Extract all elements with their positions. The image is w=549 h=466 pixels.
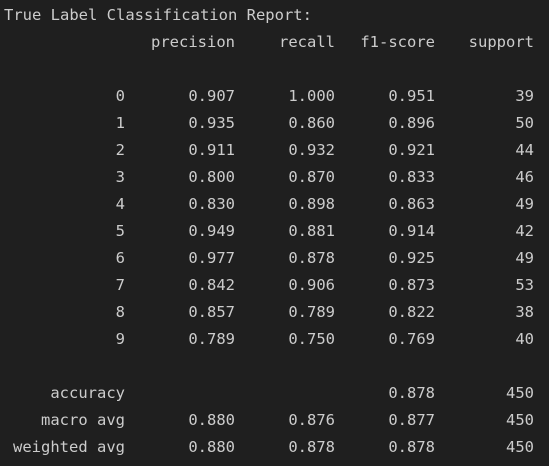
f1-score-value: 0.878 [388,384,435,402]
precision-value: 0.830 [188,195,235,213]
support-value: 49 [515,249,534,267]
f1-score-value: 0.878 [388,438,435,456]
f1-score-value: 0.921 [388,141,435,159]
table-row: 5 0.949 0.881 0.914 42 [0,218,549,245]
row-label: 0 [115,87,125,105]
row-label: accuracy [50,384,125,402]
row-label: 8 [115,303,125,321]
row-label: 3 [115,168,125,186]
f1-score-value: 0.914 [388,222,435,240]
table-row: 4 0.830 0.898 0.863 49 [0,191,549,218]
precision-value: 0.880 [188,438,235,456]
support-value: 450 [506,411,534,429]
table-row: 7 0.842 0.906 0.873 53 [0,272,549,299]
f1-score-value: 0.951 [388,87,435,105]
summary-row: macro avg 0.880 0.876 0.877 450 [0,407,549,434]
f1-score-value: 0.896 [388,114,435,132]
precision-value: 0.949 [188,222,235,240]
recall-value: 0.878 [288,438,335,456]
recall-value: 1.000 [288,87,335,105]
recall-value: 0.932 [288,141,335,159]
support-value: 46 [515,168,534,186]
table-row: 2 0.911 0.932 0.921 44 [0,137,549,164]
support-value: 39 [515,87,534,105]
recall-value: 0.906 [288,276,335,294]
recall-value: 0.870 [288,168,335,186]
header-precision: precision [151,33,235,51]
precision-value: 0.857 [188,303,235,321]
f1-score-value: 0.822 [388,303,435,321]
precision-value: 0.789 [188,330,235,348]
report-title: True Label Classification Report: [4,6,312,24]
precision-value: 0.911 [188,141,235,159]
support-value: 50 [515,114,534,132]
table-row: 1 0.935 0.860 0.896 50 [0,110,549,137]
precision-value: 0.907 [188,87,235,105]
summary-row: weighted avg 0.880 0.878 0.878 450 [0,434,549,461]
f1-score-value: 0.863 [388,195,435,213]
header-support: support [468,33,534,51]
precision-value: 0.935 [188,114,235,132]
recall-value: 0.878 [288,249,335,267]
support-value: 450 [506,438,534,456]
table-row: 3 0.800 0.870 0.833 46 [0,164,549,191]
row-label: weighted avg [13,438,125,456]
row-label: 9 [115,330,125,348]
header-row: precision recall f1-score support [0,29,549,56]
header-f1-score: f1-score [360,33,435,51]
support-value: 40 [515,330,534,348]
header-recall: recall [279,33,335,51]
class-rows: 0 0.907 1.000 0.951 39 1 0.935 0.860 0.896 50 2 0.9… [0,83,549,353]
support-value: 53 [515,276,534,294]
recall-value: 0.876 [288,411,335,429]
precision-value: 0.977 [188,249,235,267]
row-label: 2 [115,141,125,159]
f1-score-value: 0.833 [388,168,435,186]
precision-value: 0.880 [188,411,235,429]
support-value: 49 [515,195,534,213]
row-label: 4 [115,195,125,213]
support-value: 450 [506,384,534,402]
row-label: 5 [115,222,125,240]
recall-value: 0.898 [288,195,335,213]
summary-rows: accuracy 0.878 450 macro avg 0.880 0.876 0.877… [0,380,549,461]
table-row: 8 0.857 0.789 0.822 38 [0,299,549,326]
support-value: 38 [515,303,534,321]
row-label: macro avg [41,411,125,429]
table-row: 0 0.907 1.000 0.951 39 [0,83,549,110]
support-value: 42 [515,222,534,240]
recall-value: 0.881 [288,222,335,240]
row-label: 6 [115,249,125,267]
precision-value: 0.842 [188,276,235,294]
f1-score-value: 0.925 [388,249,435,267]
f1-score-value: 0.769 [388,330,435,348]
recall-value: 0.750 [288,330,335,348]
row-label: 1 [115,114,125,132]
recall-value: 0.789 [288,303,335,321]
table-row: 6 0.977 0.878 0.925 49 [0,245,549,272]
support-value: 44 [515,141,534,159]
precision-value: 0.800 [188,168,235,186]
classification-report-output: True Label Classification Report: precis… [0,0,549,466]
recall-value: 0.860 [288,114,335,132]
row-label: 7 [115,276,125,294]
f1-score-value: 0.877 [388,411,435,429]
f1-score-value: 0.873 [388,276,435,294]
summary-row: accuracy 0.878 450 [0,380,549,407]
table-row: 9 0.789 0.750 0.769 40 [0,326,549,353]
